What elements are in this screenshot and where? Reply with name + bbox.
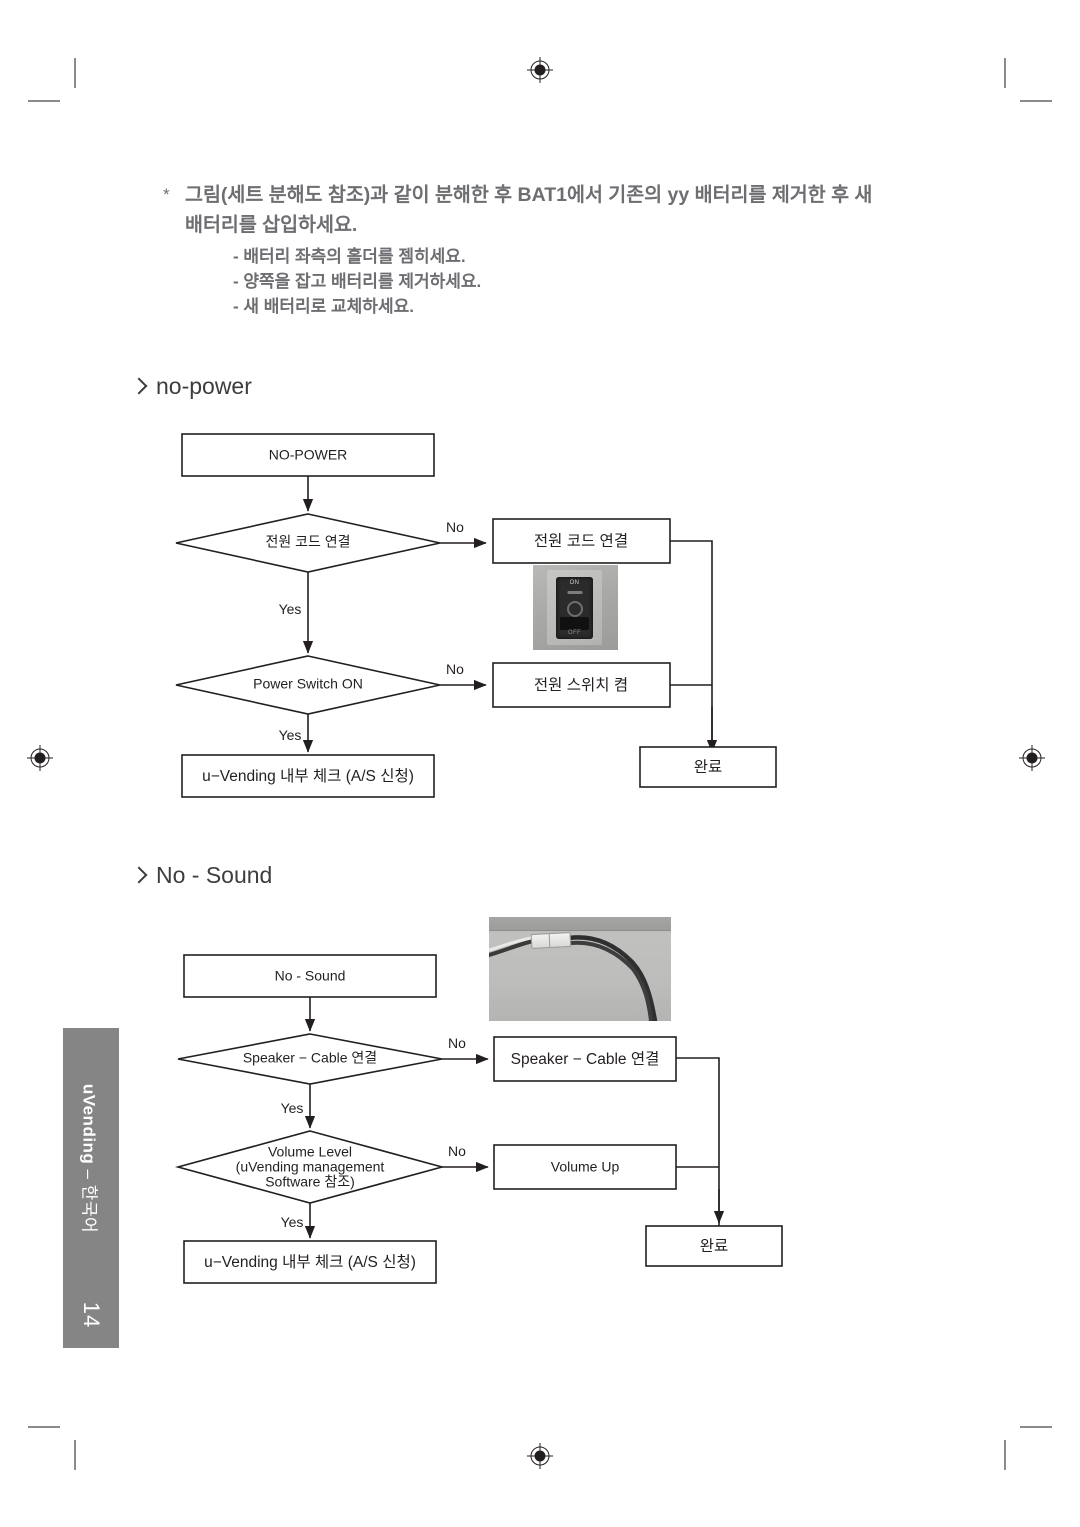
power-switch-photo: ON OFF [533, 565, 618, 650]
node-label: u−Vending 내부 체크 (A/S 신청) [202, 767, 414, 785]
side-tab-separator: – [79, 1169, 99, 1180]
section-heading-no-power: no-power [132, 373, 252, 400]
crop-mark-bottom-left-horizontal [28, 1426, 60, 1428]
node-label: Speaker − Cable 연결 [511, 1050, 660, 1068]
node-label: Speaker − Cable 연결 [243, 1050, 377, 1066]
switch-plate: ON OFF [547, 570, 602, 645]
node-no-power-start: NO-POWER [181, 433, 435, 477]
edge-label-yes-1: Yes [279, 601, 302, 617]
node-internal-check: u−Vending 내부 체크 (A/S 신청) [183, 1240, 437, 1284]
note-primary-row: * 그림(세트 분해도 참조)과 같이 분해한 후 BAT1에서 기존의 yy … [163, 180, 903, 240]
node-power-cord-action: 전원 코드 연결 [492, 518, 671, 564]
crop-mark-bottom-right-vertical [1004, 1440, 1006, 1470]
registration-mark-bottom [527, 1443, 553, 1469]
node-power-cord-decision: 전원 코드 연결 [175, 513, 441, 573]
node-complete: 완료 [645, 1225, 783, 1267]
switch-on-label: ON [569, 580, 580, 586]
edge-label-no-2: No [448, 1143, 466, 1159]
section-heading-no-sound: No - Sound [132, 862, 272, 889]
chevron-right-icon [132, 866, 145, 886]
side-tab-label: uVending – 한국어 [79, 1084, 104, 1233]
note-sub-list: - 배터리 좌측의 홀더를 젬히세요. - 양쪽을 잡고 배터리를 제거하세요.… [233, 244, 903, 319]
crop-mark-bottom-left-vertical [74, 1440, 76, 1470]
crop-mark-bottom-right-horizontal [1020, 1426, 1052, 1428]
note-primary-line-2: 배터리를 삽입하세요. [185, 214, 358, 236]
registration-mark-top [527, 57, 553, 83]
side-tab-brand: uVending [79, 1083, 99, 1165]
note-primary-text: 그림(세트 분해도 참조)과 같이 분해한 후 BAT1에서 기존의 yy 배터… [185, 180, 872, 240]
node-label: Volume Up [551, 1159, 620, 1175]
section-heading-label: no-power [156, 373, 252, 399]
cable-wires [489, 935, 658, 1021]
edge-label-no-1: No [446, 519, 464, 535]
crop-mark-top-left-vertical [74, 58, 76, 88]
edge-label-no-1: No [448, 1035, 466, 1051]
flowchart-no-power: NO-POWER 전원 코드 연결 No 전원 코드 연결 Yes Power … [130, 425, 830, 815]
crop-mark-top-left-horizontal [28, 100, 60, 102]
note-sub-item-1: - 배터리 좌측의 홀더를 젬히세요. [233, 247, 466, 266]
note-sub-item-3: - 새 배터리로 교체하세요. [233, 297, 414, 316]
node-label: 전원 코드 연결 [534, 532, 628, 550]
battery-note-block: * 그림(세트 분해도 참조)과 같이 분해한 후 BAT1에서 기존의 yy … [163, 180, 903, 319]
node-label: 완료 [700, 1237, 729, 1255]
switch-body: ON OFF [556, 577, 593, 639]
switch-dash-marking [567, 591, 582, 594]
node-label: No - Sound [275, 968, 346, 984]
node-label: 완료 [694, 758, 723, 776]
note-sub-item-2: - 양쪽을 잡고 배터리를 제거하세요. [233, 272, 482, 291]
node-complete: 완료 [639, 746, 777, 788]
section-heading-label: No - Sound [156, 862, 273, 888]
cable-connector [530, 931, 572, 950]
node-label: 전원 스위치 켬 [534, 676, 628, 694]
edge-label-no-2: No [446, 661, 464, 677]
edge-label-yes-1: Yes [281, 1100, 304, 1116]
node-label: 전원 코드 연결 [265, 534, 350, 550]
page-side-tab: uVending – 한국어 14 [63, 1028, 119, 1348]
side-tab-language: 한국어 [79, 1184, 99, 1234]
chevron-right-icon [132, 377, 145, 397]
switch-off-label: OFF [567, 630, 582, 636]
registration-mark-left [27, 745, 53, 771]
edge-label-yes-2: Yes [281, 1214, 304, 1230]
note-bullet-asterisk: * [163, 185, 170, 204]
edge-label-yes-2: Yes [279, 727, 302, 743]
node-internal-check: u−Vending 내부 체크 (A/S 신청) [181, 754, 435, 798]
node-volume-up-action: Volume Up [493, 1144, 677, 1190]
node-speaker-cable-action: Speaker − Cable 연결 [493, 1036, 677, 1082]
node-no-sound-start: No - Sound [183, 954, 437, 998]
node-label-line-3: Software 참조) [265, 1174, 355, 1190]
node-volume-level-decision: Volume Level (uVending management Softwa… [174, 1130, 446, 1204]
switch-circle-marking [566, 601, 583, 617]
crop-mark-top-right-vertical [1004, 58, 1006, 88]
node-label: u−Vending 내부 체크 (A/S 신청) [204, 1253, 416, 1271]
speaker-cable-photo [489, 917, 671, 1021]
crop-mark-top-right-horizontal [1020, 100, 1052, 102]
node-label: NO-POWER [269, 447, 348, 463]
node-label-line-1: Volume Level [268, 1144, 352, 1160]
switch-rocker [560, 617, 589, 630]
node-label-line-2: (uVending management [236, 1159, 385, 1175]
node-speaker-cable-decision: Speaker − Cable 연결 [177, 1033, 443, 1085]
registration-mark-right [1019, 745, 1045, 771]
note-primary-line-1: 그림(세트 분해도 참조)과 같이 분해한 후 BAT1에서 기존의 yy 배터… [185, 184, 873, 206]
node-label: Power Switch ON [253, 676, 363, 692]
node-power-switch-action: 전원 스위치 켬 [492, 662, 671, 708]
page-number: 14 [79, 1301, 104, 1329]
node-power-switch-decision: Power Switch ON [175, 655, 441, 715]
